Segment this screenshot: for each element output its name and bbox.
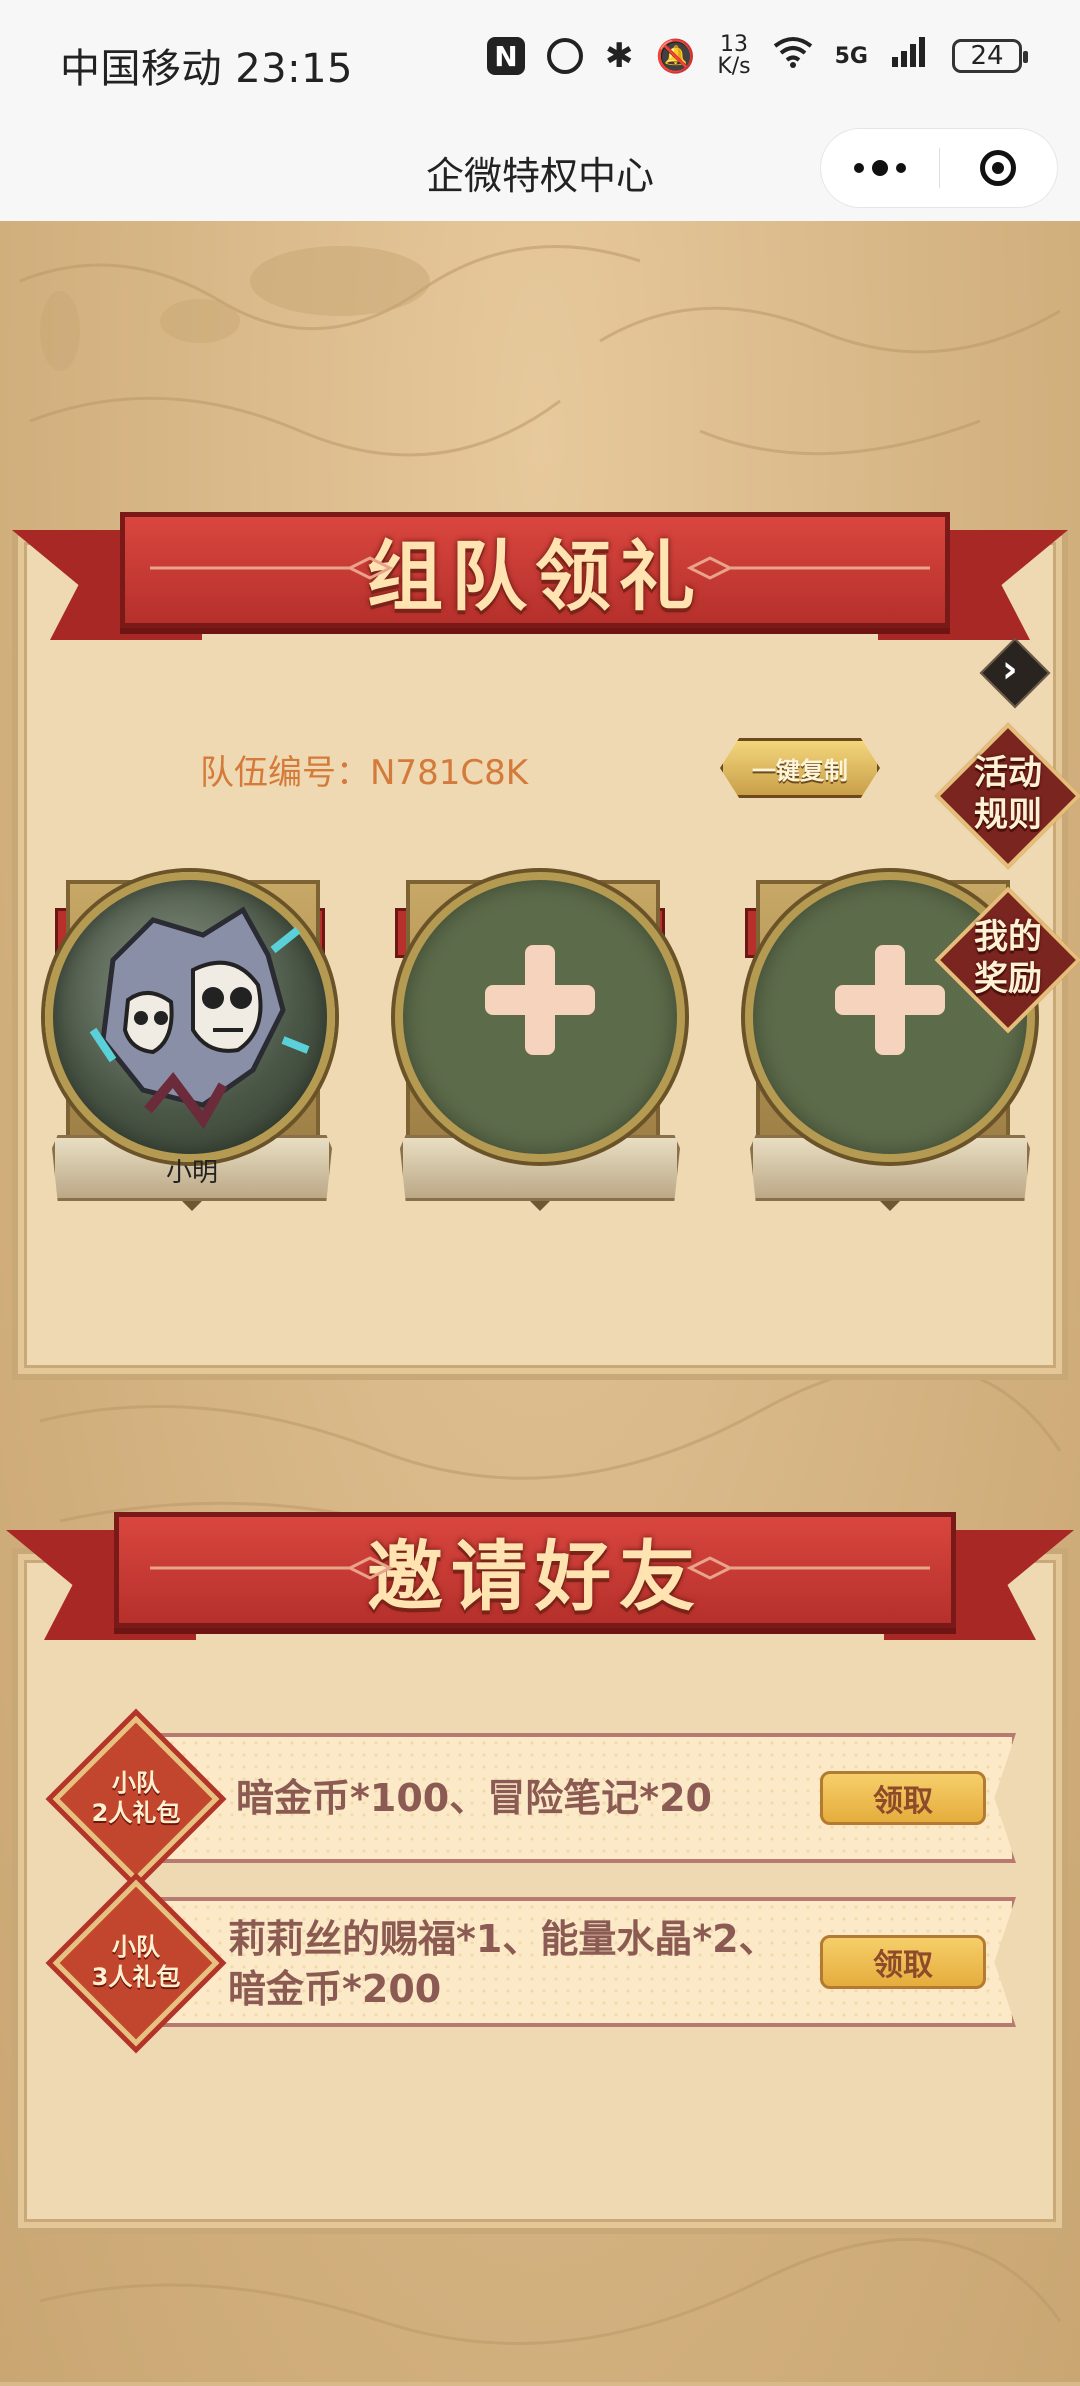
carrier-time: 中国移动 23:15 [60,46,353,92]
reward-text-line-1: 莉莉丝的赐福*1、能量水晶*2、 [228,1917,777,1961]
more-dot-icon [854,163,864,173]
add-member-icon [485,985,595,1015]
network-speed: 13 K/s [717,34,750,78]
rules-line-1: 活动 [974,753,1042,793]
reward-text-line-2: 暗金币*200 [228,1967,442,2011]
alarm-icon [546,38,583,74]
banner-ornament [150,556,930,580]
badge-line-2: 3人礼包 [91,1963,181,1991]
badge-line-1: 小队 [112,1769,160,1797]
copy-team-number-button[interactable]: 一键复制 [720,738,880,798]
badge-line-1: 小队 [112,1933,160,1961]
claim-button[interactable]: 领取 [820,1935,986,1989]
nfc-icon: N [486,37,525,75]
bluetooth-icon: ✱ [604,36,634,76]
slot-pointer [530,1201,550,1211]
my-rewards-label-overlay: 我的 奖励 [948,916,1068,1000]
title-bar: 企微特权中心 [0,125,1080,222]
chevron-right-icon: › [1002,647,1018,691]
wifi-icon [773,36,813,76]
more-dot-icon [896,163,906,173]
claim-button[interactable]: 领取 [820,1771,986,1825]
mini-program-capsule [820,128,1058,208]
battery-icon: 24 [952,39,1028,73]
invite-panel [12,1548,1068,2234]
reward-description: 莉莉丝的赐福*1、能量水晶*2、 暗金币*200 [228,1914,777,2014]
close-target-icon [980,150,1016,186]
status-icons: N ✱ 🔕 13 K/s 5G 24 [486,34,1028,78]
signal-icon [890,35,930,78]
member-avatar[interactable] [45,872,335,1162]
slot-pointer [880,1201,900,1211]
rules-line-2: 规则 [974,795,1042,835]
more-button[interactable] [821,129,939,207]
banner-ornament [150,1556,930,1580]
close-mini-program-button[interactable] [940,129,1056,207]
activity-rules-label: 活动 规则 [948,752,1068,836]
team-number: 队伍编号：N781C8K [200,753,528,793]
reward-badge-text: 小队 2人礼包 [76,1768,196,1828]
status-bar: 中国移动 23:15 N ✱ 🔕 13 K/s 5G 24 [0,0,1080,125]
mute-icon: 🔕 [655,37,696,75]
reward-text-line-1: 暗金币*100、冒险笔记*20 [236,1776,712,1820]
network-label: 5G [834,43,868,69]
badge-line-2: 2人礼包 [91,1799,181,1827]
speed-unit: K/s [717,54,751,79]
skull-warrior-icon [89,906,310,1130]
reward-description: 暗金币*100、冒险笔记*20 [236,1773,712,1823]
slot-pointer [182,1201,202,1211]
rewards-line-2: 奖励 [974,959,1042,999]
member-name: 小明 [165,1158,218,1188]
reward-badge-text: 小队 3人礼包 [76,1932,196,1992]
more-dot-icon [872,160,888,176]
add-member-icon [835,985,945,1015]
rewards-line-1: 我的 [974,917,1042,957]
